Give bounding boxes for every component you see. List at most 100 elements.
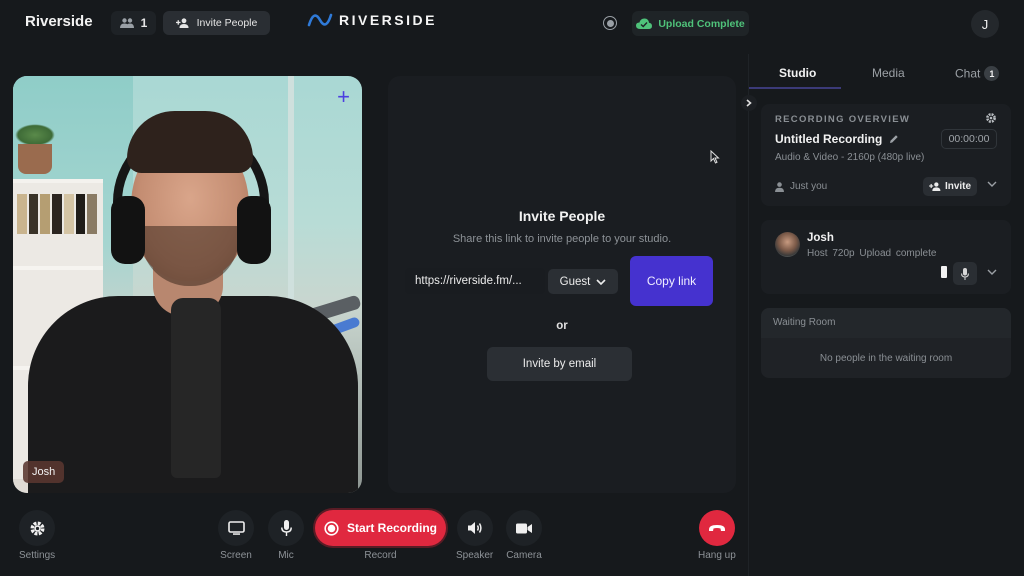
participants-count-button[interactable]: 1 [111, 11, 156, 35]
riverside-logo: RIVERSIDE [307, 12, 437, 28]
active-tab-indicator [749, 87, 841, 89]
chevron-down-icon [596, 278, 606, 285]
top-bar: Riverside 1 Invite People RIVERSIDE Uplo… [0, 0, 1024, 46]
upload-status-text: Upload Complete [658, 17, 745, 30]
screen-share-control[interactable]: Screen [218, 510, 254, 561]
speaker-control[interactable]: Speaker [456, 510, 493, 561]
waiting-room-empty-text: No people in the waiting room [819, 353, 953, 364]
user-initial: J [981, 16, 989, 32]
pencil-edit-icon[interactable] [889, 134, 899, 144]
video-camera-icon [516, 523, 532, 533]
video-window-frame [288, 76, 294, 316]
participants-count: 1 [140, 16, 148, 30]
phone-hangup-icon [708, 525, 725, 531]
recording-settings-gear-icon[interactable] [985, 112, 997, 127]
sidebar-tabs: Studio Media Chat 1 [749, 54, 1024, 92]
host-avatar [775, 232, 800, 257]
host-meta: Host 720p Upload complete [807, 248, 936, 259]
tab-studio[interactable]: Studio [779, 66, 816, 80]
host-name: Josh [807, 232, 834, 244]
speaker-icon [467, 522, 482, 534]
participant-video-tile[interactable]: + Josh [13, 76, 362, 493]
invite-panel-title: Invite People [518, 208, 606, 224]
settings-control[interactable]: Settings [19, 510, 55, 561]
camera-label: Camera [506, 550, 542, 561]
record-label: Record [364, 550, 397, 561]
start-recording-button[interactable]: Start Recording [315, 510, 446, 546]
cloud-check-icon [636, 18, 653, 29]
right-sidebar: Studio Media Chat 1 RECORDING OVERVIEW Un… [741, 54, 1024, 576]
video-books [17, 194, 98, 234]
camera-control[interactable]: Camera [506, 510, 542, 561]
invite-people-button[interactable]: Invite People [163, 11, 270, 35]
host-upload-status: Upload complete [859, 248, 937, 259]
tab-media[interactable]: Media [872, 66, 905, 80]
user-avatar[interactable]: J [971, 10, 999, 38]
participant-name-tag: Josh [23, 461, 65, 483]
add-person-icon [175, 18, 189, 28]
start-recording-label: Start Recording [346, 521, 437, 535]
participants-text: Just you [790, 181, 828, 192]
waiting-room-card: Waiting Room No people in the waiting ro… [761, 308, 1011, 378]
people-icon [119, 18, 134, 28]
recording-overview-card: RECORDING OVERVIEW Untitled Recording 00… [761, 104, 1011, 206]
add-person-icon [929, 182, 941, 191]
audio-level-meter [941, 266, 947, 278]
recording-quality: Audio & Video - 2160p (480p live) [775, 152, 925, 163]
record-icon [324, 520, 339, 536]
recording-timer: 00:00:00 [941, 129, 997, 149]
tab-chat[interactable]: Chat 1 [955, 66, 1000, 81]
screen-share-button[interactable] [218, 510, 254, 546]
invite-panel-subtitle: Share this link to invite people to your… [452, 233, 672, 245]
add-to-stage-icon[interactable]: + [337, 86, 350, 108]
invite-people-label: Invite People [196, 17, 258, 29]
video-plant [15, 124, 55, 146]
video-person-hair [127, 111, 253, 173]
invite-people-panel: Invite People Share this link to invite … [388, 76, 736, 493]
chat-unread-badge: 1 [984, 66, 1000, 81]
sidebar-invite-label: Invite [944, 181, 972, 192]
hang-up-label: Hang up [698, 550, 736, 561]
person-icon [775, 181, 784, 192]
speaker-button[interactable] [456, 510, 493, 546]
video-plant-pot [18, 144, 52, 174]
collapse-sidebar-button[interactable] [741, 95, 757, 111]
recording-title-text: Untitled Recording [775, 132, 883, 146]
mic-control[interactable]: Mic [268, 510, 304, 561]
record-control[interactable]: Start Recording Record [315, 510, 446, 561]
hang-up-control[interactable]: Hang up [698, 510, 736, 561]
speaker-label: Speaker [456, 550, 494, 561]
mic-label: Mic [278, 550, 294, 561]
camera-button[interactable] [506, 510, 542, 546]
host-mic-button[interactable] [953, 262, 977, 285]
logo-text: RIVERSIDE [339, 12, 437, 28]
invite-by-email-button[interactable]: Invite by email [487, 347, 632, 381]
microphone-icon [280, 520, 292, 536]
role-select[interactable]: Guest [548, 269, 618, 294]
microphone-icon [961, 267, 969, 280]
role-select-value: Guest [559, 275, 591, 288]
host-role: Host [807, 248, 828, 259]
copy-link-button[interactable]: Copy link [630, 256, 713, 306]
mouse-cursor-icon [710, 150, 720, 164]
settings-button[interactable] [19, 510, 56, 546]
sidebar-invite-button[interactable]: Invite [923, 177, 977, 196]
screen-label: Screen [220, 550, 252, 561]
video-headphone-cup [237, 196, 271, 264]
mic-button[interactable] [268, 510, 304, 546]
waiting-room-title: Waiting Room [761, 308, 1011, 338]
participant-card-host: Josh Host 720p Upload complete [761, 220, 1011, 294]
invite-link-field[interactable]: https://riverside.fm/... [405, 268, 545, 294]
recording-title[interactable]: Untitled Recording [775, 132, 899, 146]
expand-overview-chevron-icon[interactable] [987, 179, 997, 190]
host-options-chevron-icon[interactable] [987, 267, 997, 278]
hang-up-button[interactable] [698, 510, 735, 546]
upload-status-badge: Upload Complete [632, 11, 749, 36]
video-headphone-cup [111, 196, 145, 264]
host-resolution: 720p [832, 248, 855, 259]
or-divider-text: or [556, 320, 568, 332]
recording-participants: Just you [775, 181, 827, 192]
video-microphone [171, 298, 221, 478]
gear-icon [30, 521, 45, 535]
recording-indicator-icon [603, 16, 617, 30]
